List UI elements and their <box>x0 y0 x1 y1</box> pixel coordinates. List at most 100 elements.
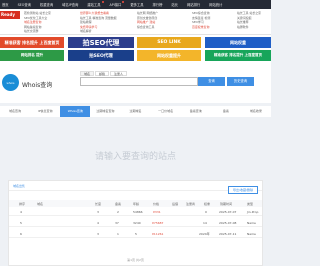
link[interactable]: 站长推荐 <box>237 20 261 25</box>
tool-tab[interactable]: 域名收录 <box>241 106 271 117</box>
tool-tab-active[interactable]: Whois查询 <box>60 106 91 117</box>
cell-len: 3 <box>97 210 99 214</box>
ad-banner-4[interactable]: 网站权重 <box>205 37 271 48</box>
tool-tab[interactable]: IP信息查询 <box>30 106 60 117</box>
link[interactable]: 域名解析 <box>80 29 117 34</box>
tool-tab[interactable]: 过期域名查询 <box>90 106 120 117</box>
link[interactable]: 百度权重查询 <box>192 25 210 30</box>
col-header: 到期时间 <box>220 201 233 206</box>
nav-api[interactable]: API接口 <box>110 1 125 7</box>
tool-tab[interactable]: 域名查询 <box>0 106 30 117</box>
cell-index: 4 <box>20 210 22 214</box>
nav-webmaster[interactable]: 站长 <box>171 2 178 7</box>
ad-text: 精准获客 排名提升 上百度首页 <box>4 39 60 45</box>
col-header: 排序 <box>19 201 26 206</box>
tab-email[interactable]: 邮箱 <box>95 71 110 76</box>
nav-weight[interactable]: 权重查询 <box>40 2 53 7</box>
cell-beian: 2 <box>117 210 119 214</box>
link[interactable]: 世界那么大我想去看看 <box>80 11 117 16</box>
cell-price: ¥11261 <box>152 232 164 236</box>
tool-tab[interactable]: 过期域名 <box>120 106 150 117</box>
ad-banner-7[interactable]: 网站权重提升 <box>137 50 201 61</box>
export-button[interactable]: 导出/收藏/删除 <box>227 186 258 194</box>
link[interactable]: 站长交流群 <box>24 29 51 34</box>
cell-index: 6 <box>20 232 22 236</box>
cell-stat: 14 <box>203 221 207 225</box>
ad-text: 拍SEO代理 <box>89 53 113 59</box>
link[interactable]: 域名注册查询 <box>24 20 51 25</box>
link[interactable]: 建站教程 <box>80 20 117 25</box>
search-type-tabs: 域名 邮箱 注册人 <box>80 71 128 76</box>
link-col-5: 站长工具 站长之家 关键词挖掘 站长推荐 站群软件 <box>237 11 261 30</box>
query-button[interactable]: 查询 <box>198 77 225 86</box>
ad-banner-2[interactable]: 拍SEO代理 <box>68 37 134 48</box>
tab-domain[interactable]: 域名 <box>80 71 95 76</box>
ad-text: 精准获客 排名提升 上百度首页 <box>214 53 262 57</box>
cell-price: ¥331 <box>153 210 161 214</box>
ad-text: 网站权重 <box>230 39 246 45</box>
col-header: 年龄 <box>133 201 140 206</box>
nav-home[interactable]: 首页 <box>2 2 9 7</box>
cell-age: 5 <box>135 232 137 236</box>
cell-type: Name <box>247 232 256 236</box>
cell-stat: 2024年 <box>199 232 210 236</box>
cell-stat: 0 <box>205 210 207 214</box>
nav-stats[interactable]: 网站统计 <box>209 2 222 7</box>
cell-age: 54866 <box>133 210 143 214</box>
link[interactable]: 站群软件 <box>237 25 261 30</box>
ad-banner-3[interactable]: SEO LINK <box>137 37 201 48</box>
ad-text: SEO LINK <box>157 40 181 45</box>
col-header: 注册商 <box>186 201 196 206</box>
search-input[interactable] <box>80 77 198 86</box>
cell-age: 3240 <box>133 221 141 225</box>
tool-tab[interactable]: 备案 <box>211 106 241 117</box>
nav-build[interactable]: 建站工具 <box>87 1 104 7</box>
cell-type: Name <box>247 221 256 225</box>
link[interactable]: 站长网 网络推广 <box>137 11 158 16</box>
cell-date: 2025-07-08 <box>219 221 237 225</box>
table-row[interactable]: 5 4 37 3240 ¥75687 14 2025-07-08 Name <box>9 220 262 227</box>
nav-site-rank[interactable]: 网站排行 <box>187 2 200 7</box>
nav-domain-ip[interactable]: 域名IP查询 <box>62 2 78 7</box>
cell-price: ¥75687 <box>152 221 164 225</box>
tool-tabs: 域名查询 IP信息查询 Whois查询 过期域名查询 过期域名 一口价域名 备案… <box>0 106 271 117</box>
ad-text: 网站排名 提升 <box>20 53 44 57</box>
table-row[interactable]: 4 3 2 54866 ¥331 0 2025-07-07 Jin-Prop <box>9 209 262 216</box>
ad-banner-8[interactable]: 精准获客 排名提升 上百度首页 <box>205 50 271 61</box>
cell-beian: 37 <box>115 221 119 225</box>
cell-len: 4 <box>97 221 99 225</box>
col-header: 长度 <box>95 201 102 206</box>
table-row[interactable]: 6 3 1 5 ¥11261 2024年 2025-07-11 Name <box>9 231 262 238</box>
history-button[interactable]: 历史查询 <box>227 77 254 86</box>
whois-search-area: whois Whois查询 域名 邮箱 注册人 查询 历史查询 <box>0 63 271 103</box>
link[interactable]: SEO综合查询 <box>192 11 210 16</box>
search-hint: 请输入要查询的站点 <box>94 152 176 162</box>
link[interactable]: 综合查询工具 <box>137 25 158 30</box>
tool-tab[interactable]: 备案查询 <box>181 106 211 117</box>
cell-index: 5 <box>20 221 22 225</box>
cell-len: 3 <box>97 232 99 236</box>
cell-beian: 1 <box>117 232 119 236</box>
link[interactable]: 站长工具 站长之家 <box>237 11 261 16</box>
link-col-3: 站长网 网络推广 原创文章伪原创 网站推广 建站 综合查询工具 <box>137 11 158 30</box>
ad-banner-6[interactable]: 拍SEO代理 <box>68 50 134 61</box>
tool-tab-label: 过期域名查询 <box>96 109 115 113</box>
pager[interactable]: 第1页 共2页 <box>9 258 262 262</box>
link[interactable]: SEO学习 <box>192 20 210 25</box>
whois-logo: whois <box>2 74 19 91</box>
ad-banner-5[interactable]: 网站排名 提升 <box>0 50 64 61</box>
link-col-1: 若检测新站 站长之家 SEO优化工具大全 域名注册查询 网站备案查询 站长交流群 <box>24 11 51 34</box>
tab-registrant[interactable]: 注册人 <box>110 71 128 76</box>
panel-tab[interactable]: 域名出售 <box>13 184 25 188</box>
link[interactable]: 网站推广 建站 <box>137 20 158 25</box>
table-header: 排序 域名 长度 备案 年龄 价格 后缀 注册商 权重 到期时间 类型 <box>9 200 262 207</box>
nav-rank[interactable]: 排行榜 <box>153 2 163 7</box>
nav-more[interactable]: 更多工具 <box>130 2 143 7</box>
col-header: 域名 <box>37 201 44 206</box>
ready-badge[interactable]: Ready <box>0 11 20 19</box>
ad-banner-1[interactable]: 精准获客 排名提升 上百度首页 <box>0 37 64 48</box>
link[interactable]: 若检测新站 站长之家 <box>24 11 51 16</box>
nav-seo[interactable]: SEO查询 <box>18 2 31 7</box>
link-col-2: 世界那么大我想去看看 站长工具 精准查询 流量数据 建站教程 免费申请学习 域名… <box>80 11 117 34</box>
tool-tab[interactable]: 一口价域名 <box>151 106 181 117</box>
